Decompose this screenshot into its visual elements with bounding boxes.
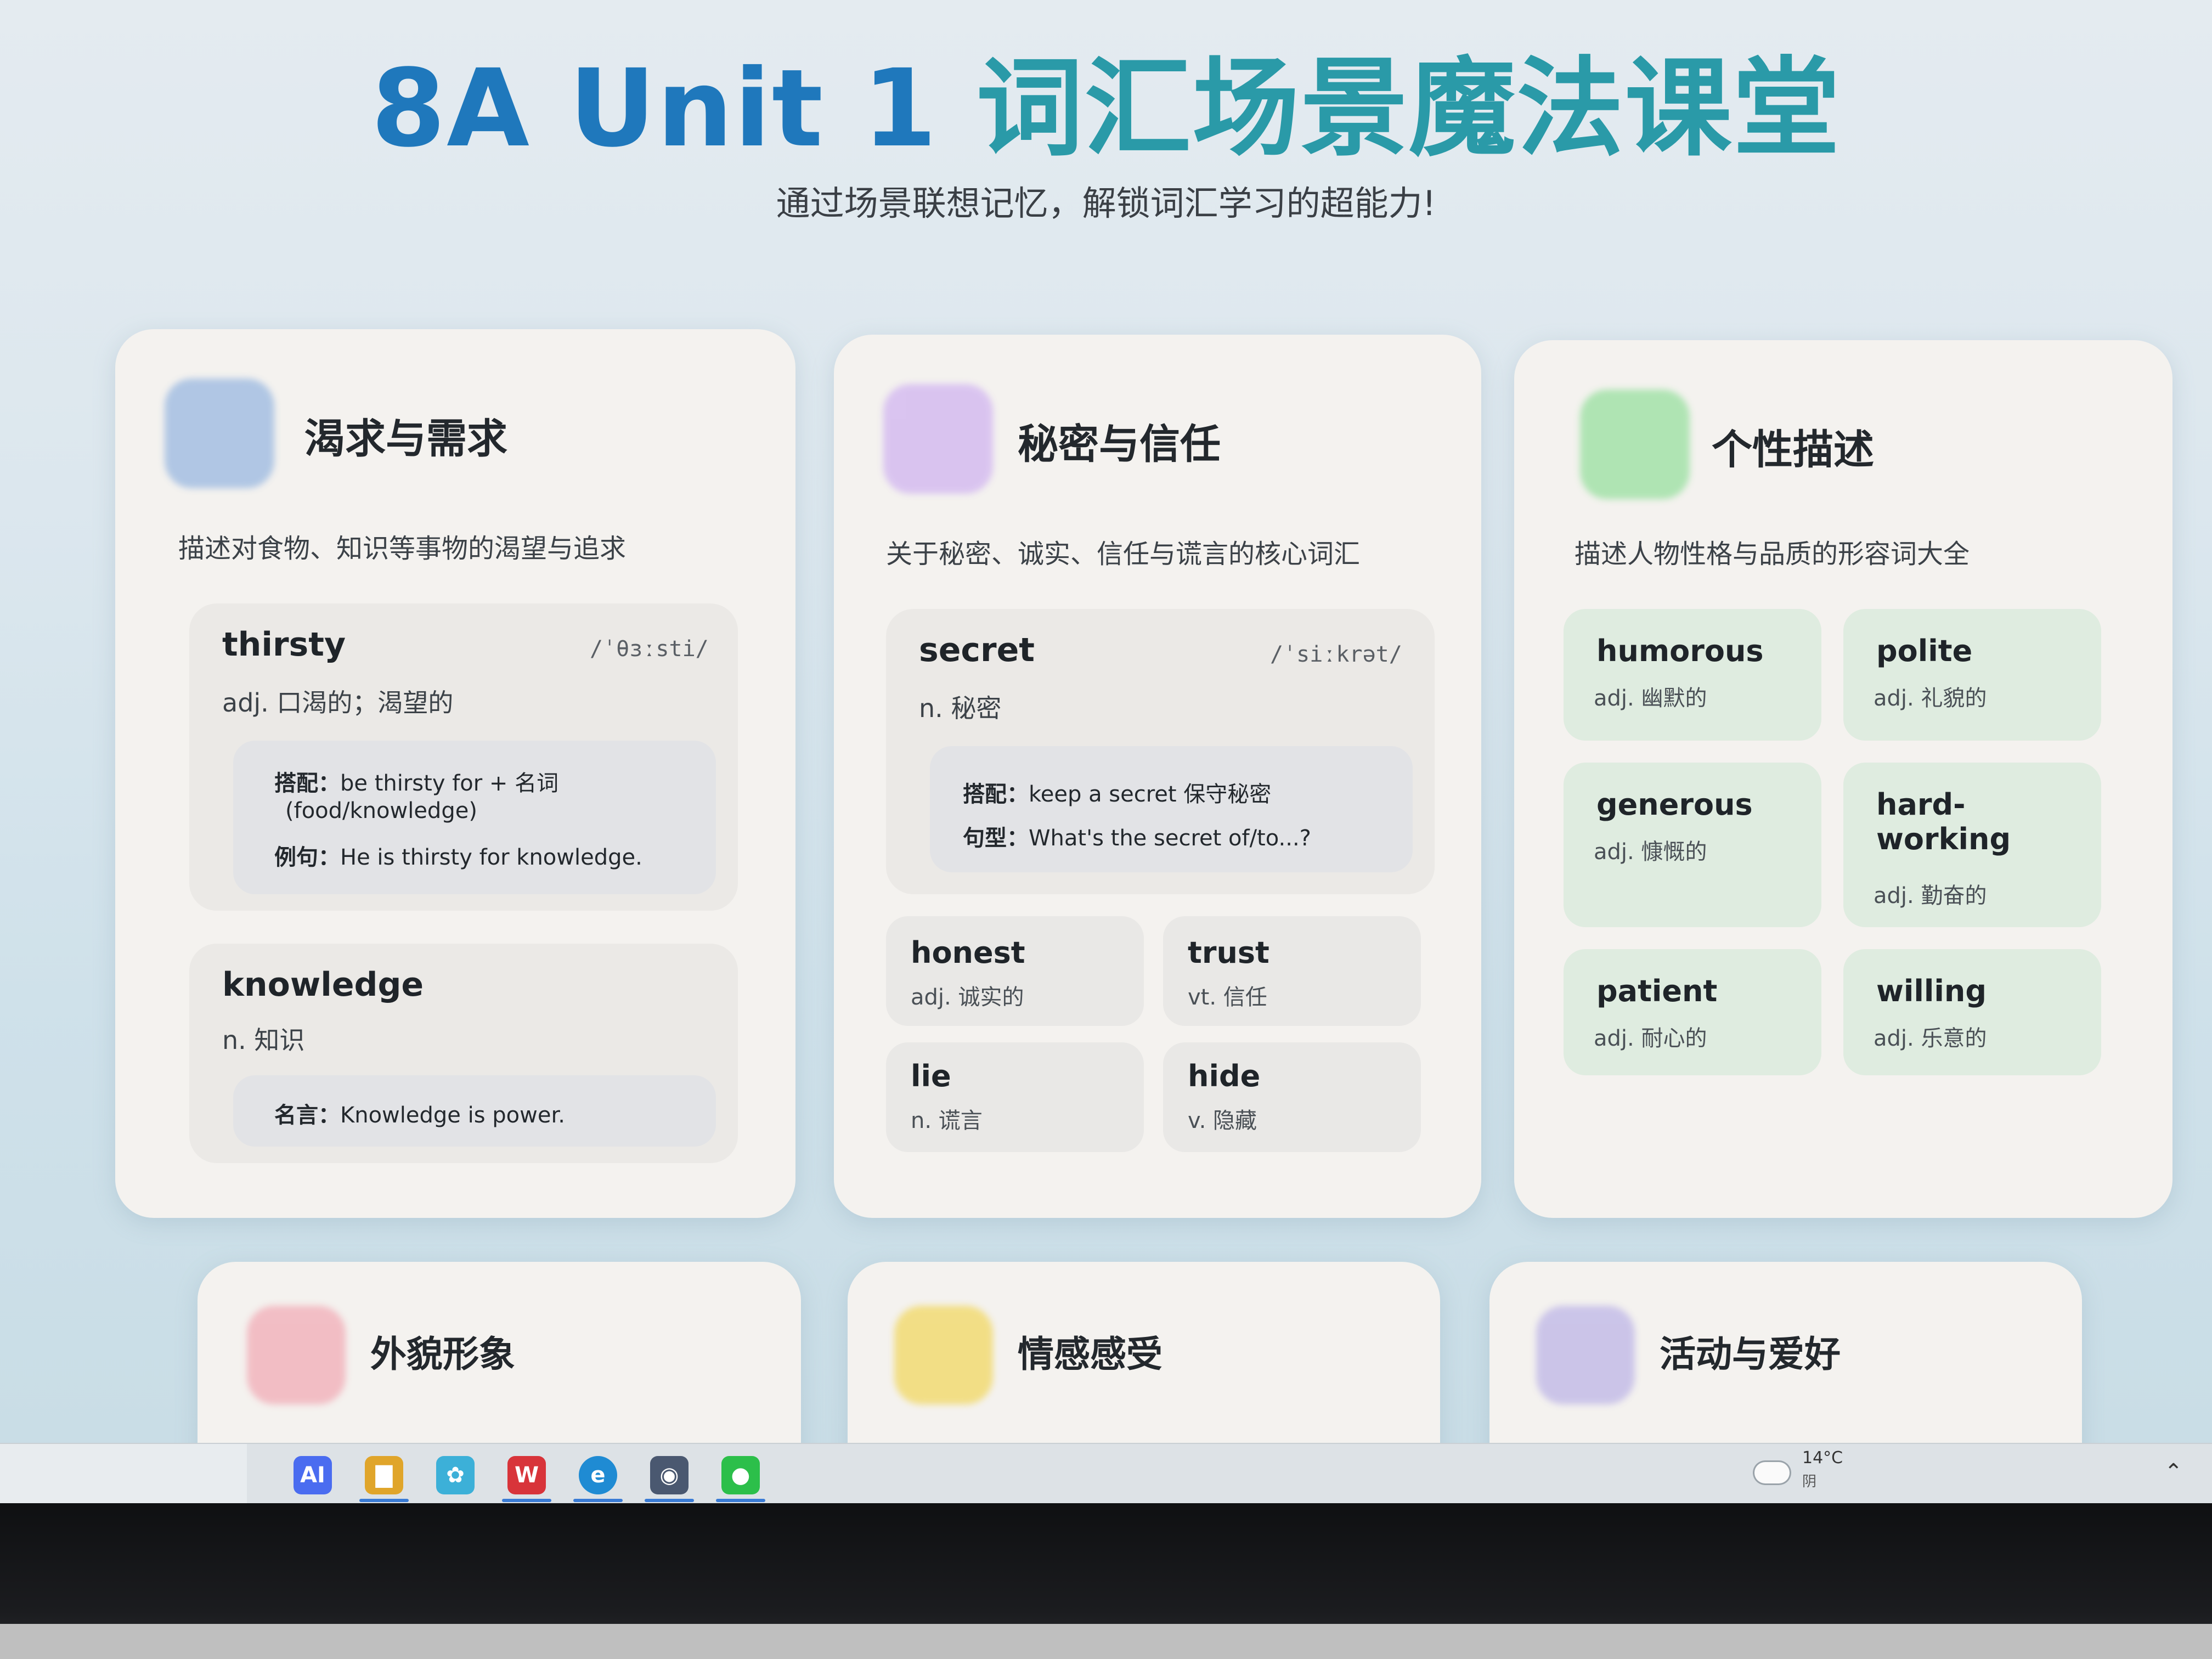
- meaning: adj. 耐心的: [1594, 1026, 1707, 1051]
- card-icon: [165, 379, 274, 488]
- card-appearance[interactable]: 外貌形象: [198, 1262, 801, 1443]
- meaning: v. 隐藏: [1188, 1108, 1257, 1133]
- running-indicator: [502, 1499, 551, 1502]
- quote-line: 名言：Knowledge is power.: [274, 1103, 565, 1128]
- card-icon: [883, 384, 993, 494]
- meaning: adj. 勤奋的: [1874, 883, 1987, 909]
- word-card-thirsty[interactable]: thirsty /ˈθɜːsti/ adj. 口渴的；渴望的 搭配：be thi…: [189, 603, 738, 911]
- word-tile-generous[interactable]: generous adj. 慷慨的: [1564, 763, 1821, 927]
- collocation-line-2: (food/knowledge): [285, 798, 477, 823]
- example-box: 搭配：keep a secret 保守秘密 句型：What's the secr…: [930, 746, 1413, 872]
- word: hard-working: [1876, 787, 2011, 856]
- card-icon: [1580, 390, 1690, 499]
- meaning: adj. 口渴的；渴望的: [222, 688, 454, 718]
- meaning: adj. 乐意的: [1874, 1026, 1987, 1051]
- word: trust: [1188, 935, 1269, 970]
- card-title: 渴求与需求: [304, 415, 507, 462]
- meaning: adj. 诚实的: [911, 985, 1024, 1010]
- card-icon: [894, 1306, 993, 1404]
- title-cn: 词汇场景魔法课堂: [976, 46, 1841, 171]
- collocation-line: 搭配：keep a secret 保守秘密: [963, 782, 1272, 807]
- card-title: 活动与爱好: [1660, 1333, 1841, 1375]
- card-secret[interactable]: 秘密与信任 关于秘密、诚实、信任与谎言的核心词汇 secret /ˈsiːkrə…: [834, 335, 1481, 1218]
- card-title: 个性描述: [1712, 426, 1874, 473]
- taskbar: AI ▇ ✿ W e ◉ ● ⌃: [0, 1443, 2212, 1504]
- phonetic: /ˈsiːkrət/: [1270, 642, 1402, 667]
- page-title: 8A Unit 1 词汇场景魔法课堂: [0, 22, 2212, 177]
- meaning: adj. 幽默的: [1594, 686, 1707, 711]
- running-indicator: [359, 1499, 409, 1502]
- word-card-secret[interactable]: secret /ˈsiːkrət/ n. 秘密 搭配：keep a secret…: [886, 609, 1435, 894]
- meaning: adj. 礼貌的: [1874, 686, 1987, 711]
- meaning: vt. 信任: [1188, 985, 1267, 1010]
- desk-surface: [0, 1624, 2212, 1659]
- running-indicator: [645, 1499, 694, 1502]
- gallery-icon[interactable]: ✿: [436, 1456, 475, 1494]
- card-personality[interactable]: 个性描述 描述人物性格与品质的形容词大全 humorous adj. 幽默的 p…: [1514, 340, 2172, 1218]
- word: willing: [1876, 974, 1987, 1008]
- word-tile-patient[interactable]: patient adj. 耐心的: [1564, 949, 1821, 1075]
- word-tile-trust[interactable]: trust vt. 信任: [1163, 916, 1421, 1026]
- meaning: adj. 慷慨的: [1594, 839, 1707, 865]
- wps-icon[interactable]: W: [507, 1456, 546, 1494]
- weather-temp: 14°C: [1802, 1448, 1843, 1468]
- running-indicator: [573, 1499, 623, 1502]
- word: secret: [919, 631, 1035, 669]
- example-line: 例句：He is thirsty for knowledge.: [274, 845, 642, 870]
- file-explorer-icon[interactable]: ▇: [365, 1456, 403, 1494]
- word-tile-willing[interactable]: willing adj. 乐意的: [1843, 949, 2101, 1075]
- word: humorous: [1596, 634, 1764, 668]
- ai-app-icon[interactable]: AI: [294, 1456, 332, 1494]
- word: generous: [1596, 787, 1753, 822]
- word: polite: [1876, 634, 1973, 668]
- example-box: 搭配：be thirsty for + 名词 (food/knowledge) …: [233, 741, 716, 894]
- word-tile-hard-working[interactable]: hard-working adj. 勤奋的: [1843, 763, 2101, 927]
- word-tile-polite[interactable]: polite adj. 礼貌的: [1843, 609, 2101, 741]
- word: hide: [1188, 1059, 1261, 1093]
- camera-icon[interactable]: ◉: [650, 1456, 689, 1494]
- word-tile-hide[interactable]: hide v. 隐藏: [1163, 1042, 1421, 1152]
- pattern-line: 句型：What's the secret of/to...?: [963, 826, 1311, 851]
- card-desc: 关于秘密、诚实、信任与谎言的核心词汇: [886, 539, 1361, 569]
- chevron-up-icon[interactable]: ⌃: [2164, 1459, 2183, 1485]
- edge-browser-icon[interactable]: e: [579, 1456, 617, 1494]
- card-hobby[interactable]: 活动与爱好: [1489, 1262, 2082, 1443]
- card-icon: [247, 1306, 346, 1404]
- card-emotion[interactable]: 情感感受: [848, 1262, 1440, 1443]
- word: honest: [911, 935, 1025, 970]
- meaning: n. 知识: [222, 1025, 305, 1055]
- card-title: 秘密与信任: [1018, 421, 1221, 468]
- cloud-icon[interactable]: [1753, 1460, 1791, 1485]
- wechat-icon[interactable]: ●: [721, 1456, 760, 1494]
- running-indicator: [716, 1499, 765, 1502]
- card-desc: 描述对食物、知识等事物的渴望与追求: [178, 533, 627, 564]
- card-icon: [1536, 1306, 1635, 1404]
- phonetic: /ˈθɜːsti/: [590, 636, 709, 662]
- meaning: n. 谎言: [911, 1108, 983, 1133]
- word: knowledge: [222, 966, 424, 1004]
- collocation-line: 搭配：be thirsty for + 名词: [274, 771, 559, 796]
- screen: 8A Unit 1 词汇场景魔法课堂 通过场景联想记忆，解锁词汇学习的超能力! …: [0, 0, 2212, 1443]
- word: lie: [911, 1059, 951, 1093]
- word: thirsty: [222, 625, 346, 664]
- word-tile-humorous[interactable]: humorous adj. 幽默的: [1564, 609, 1821, 741]
- card-desire[interactable]: 渴求与需求 描述对食物、知识等事物的渴望与追求 thirsty /ˈθɜːsti…: [115, 329, 795, 1218]
- title-en: 8A Unit 1: [371, 46, 977, 171]
- meaning: n. 秘密: [919, 693, 1002, 723]
- card-title: 情感感受: [1018, 1333, 1163, 1375]
- word-card-knowledge[interactable]: knowledge n. 知识 名言：Knowledge is power.: [189, 944, 738, 1163]
- card-title: 外貌形象: [370, 1333, 515, 1375]
- word: patient: [1596, 974, 1718, 1008]
- taskbar-left-area: [0, 1444, 247, 1504]
- quote-box: 名言：Knowledge is power.: [233, 1075, 716, 1147]
- word-tile-lie[interactable]: lie n. 谎言: [886, 1042, 1144, 1152]
- card-desc: 描述人物性格与品质的形容词大全: [1575, 539, 1970, 569]
- page-subtitle: 通过场景联想记忆，解锁词汇学习的超能力!: [776, 183, 1436, 223]
- word-tile-honest[interactable]: honest adj. 诚实的: [886, 916, 1144, 1026]
- weather-desc: 阴: [1802, 1474, 1817, 1490]
